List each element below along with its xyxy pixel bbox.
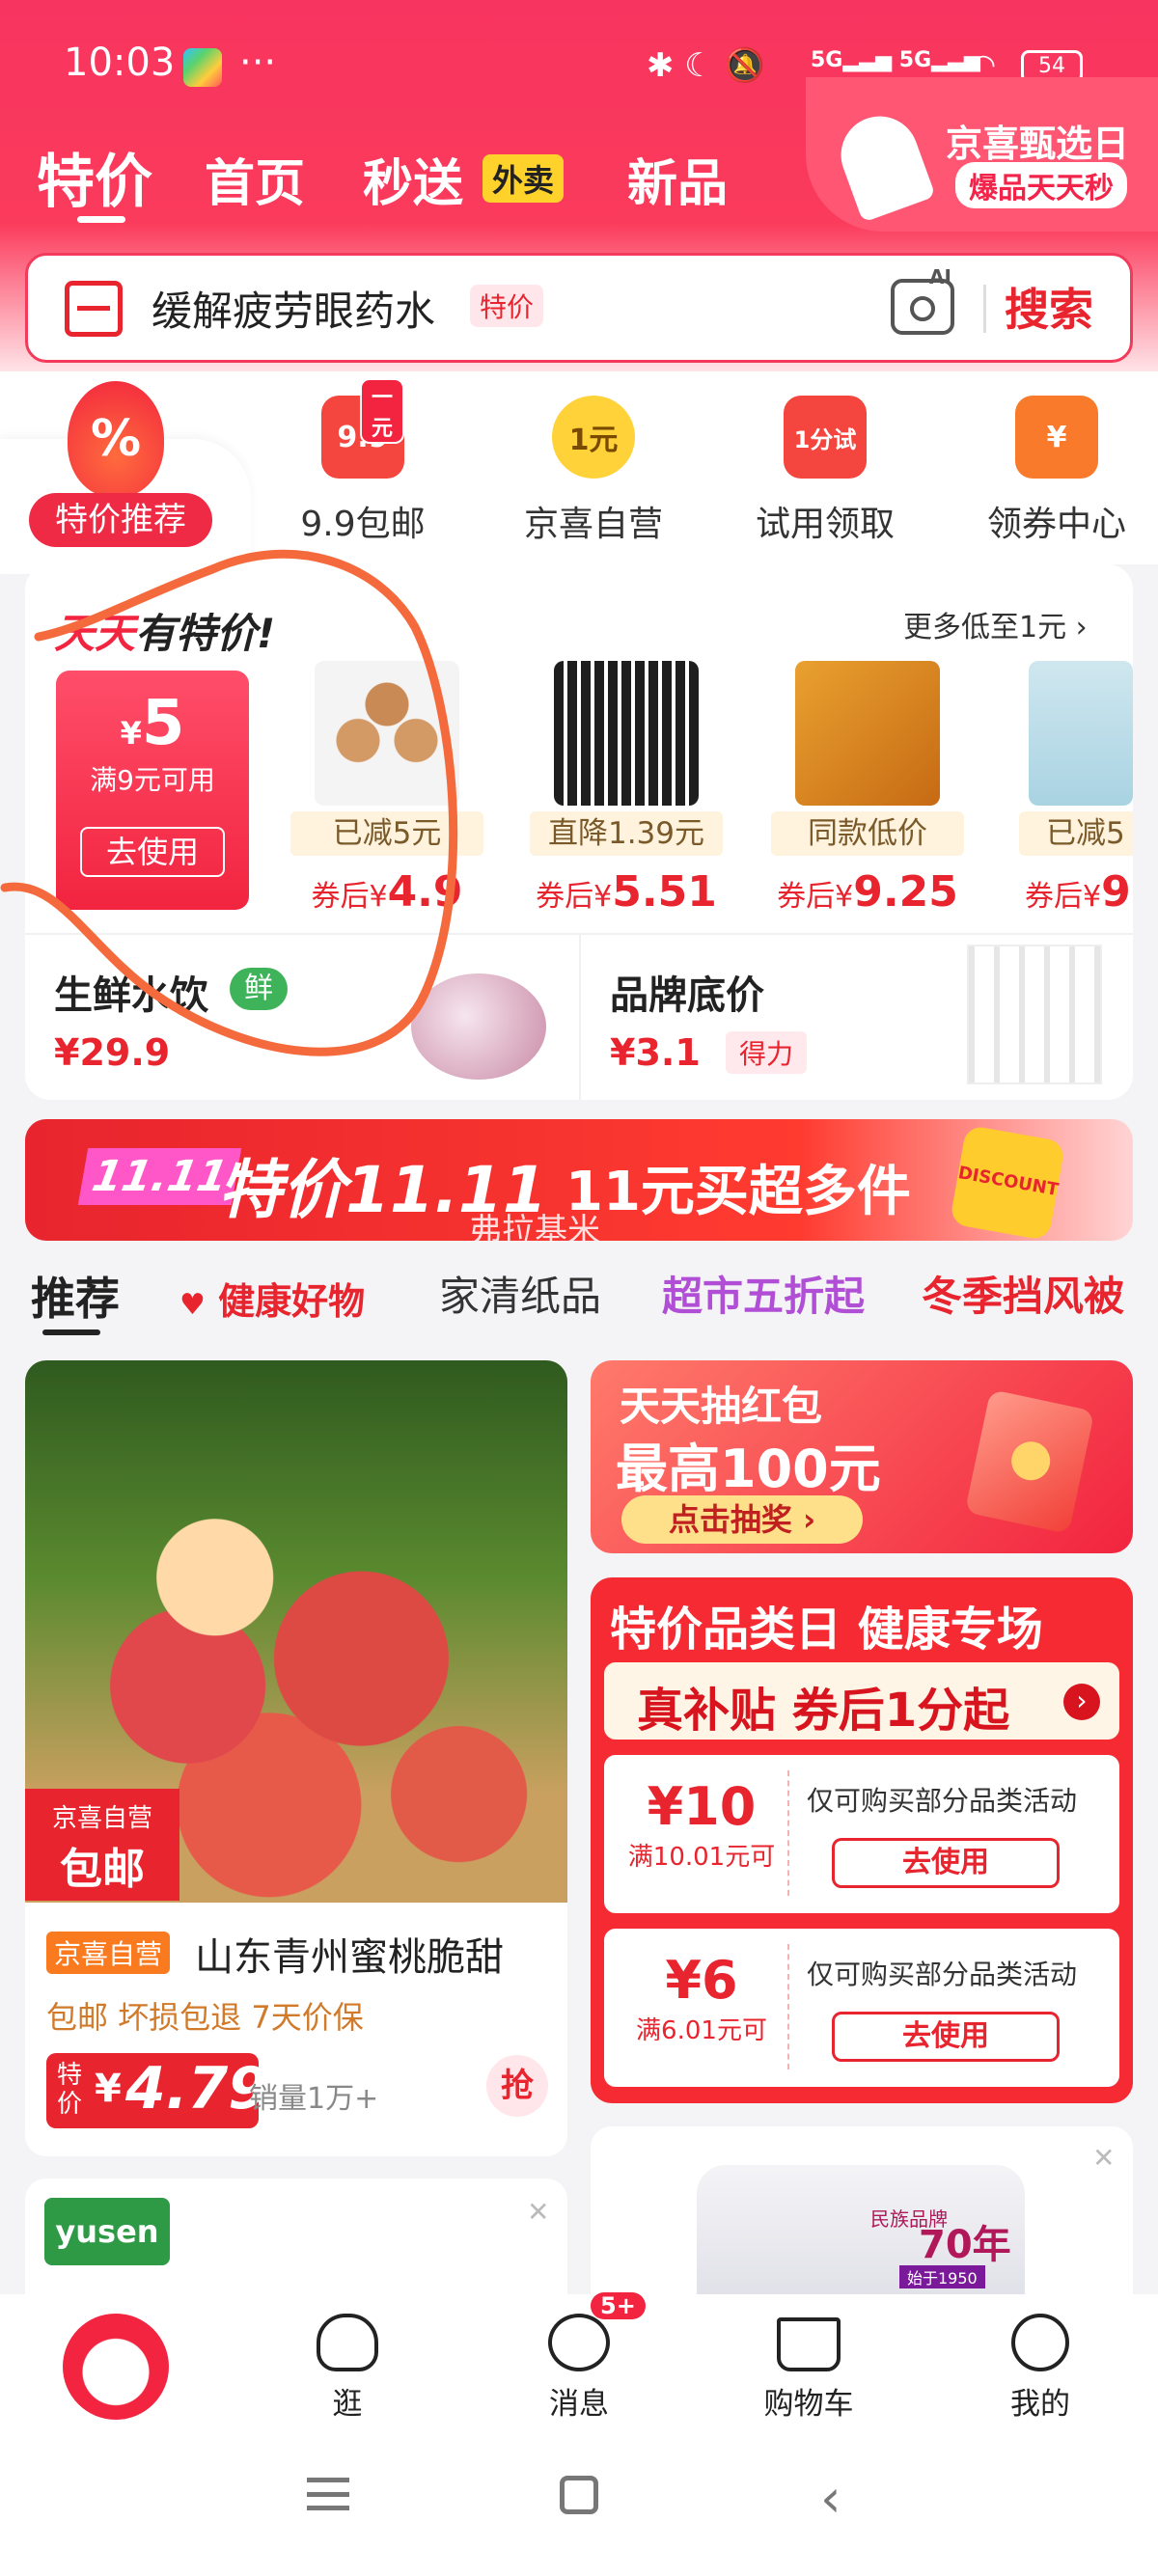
product-card[interactable]: 京喜自营 包邮 京喜自营 山东青州蜜桃脆甜 包邮 坏损包退 7天价保 特价 ¥ … — [25, 1360, 567, 2156]
tab-home[interactable]: 首页 — [205, 143, 305, 215]
status-time: 10:03 — [64, 41, 176, 85]
product-title: 山东青州蜜桃脆甜 — [195, 1935, 504, 1980]
back-system-button[interactable]: ‹ — [820, 2468, 841, 2529]
tab-indicator — [77, 216, 125, 223]
message-icon: 5+ — [548, 2292, 646, 2371]
medicine-box-image — [795, 661, 940, 806]
use-coupon-button[interactable]: 去使用 — [832, 1838, 1060, 1888]
nav-cart[interactable]: 购物车 — [741, 2314, 876, 2423]
pens-pack-image — [967, 945, 1102, 1084]
app-root: 10:03 ··· ✱ ☾ 🔕 5G▂▃▅ 5G▂▃▅ ◠ 54 特价 首页 秒… — [0, 0, 1158, 2576]
ai-camera-icon[interactable]: AI — [891, 265, 954, 335]
percent-fire-icon: % — [68, 381, 164, 497]
arrow-right-icon: › — [1063, 1684, 1100, 1720]
rec-tab-recommend[interactable]: 推荐 — [31, 1264, 120, 1328]
close-icon[interactable]: ✕ — [1092, 2142, 1115, 2174]
category-trial[interactable]: 1分试 试用领取 — [738, 396, 912, 546]
self-run-corner: 京喜自营 包邮 — [25, 1789, 179, 1901]
grab-button[interactable]: 抢 — [486, 2055, 548, 2117]
promo-banner[interactable]: 京喜甄选日 爆品天天秒 — [806, 77, 1158, 232]
status-icons: ✱ ☾ 🔕 — [647, 46, 765, 85]
nav-profile[interactable]: 我的 — [973, 2314, 1108, 2423]
takeout-badge: 外卖 — [482, 154, 565, 203]
search-bar[interactable]: 缓解疲劳眼药水 特价 AI 搜索 — [25, 253, 1133, 363]
rec-tab-indicator — [42, 1329, 100, 1335]
home-system-button[interactable] — [560, 2476, 598, 2514]
app-store-icon — [183, 48, 222, 87]
rec-tab-household[interactable]: 家清纸品 — [439, 1264, 601, 1323]
trial-bag-icon: 1分试 — [784, 396, 867, 479]
lottery-card[interactable]: 天天抽红包 最高100元 点击抽奖 › — [591, 1360, 1133, 1553]
cart-icon — [777, 2317, 841, 2371]
nav-browse[interactable]: 逛 — [280, 2314, 415, 2423]
brand-price-card[interactable]: 品牌底价 ¥3.1 得力 — [579, 933, 1133, 1100]
menu-system-button[interactable] — [307, 2478, 349, 2510]
discount-tag: DISCOUNT — [949, 1124, 1066, 1241]
use-coupon-button[interactable]: 去使用 — [832, 2012, 1060, 2062]
watermark: 弗拉基米 — [469, 1212, 600, 1241]
subsidy-bar[interactable]: 真补贴 券后1分起 › — [604, 1662, 1119, 1740]
deal-product[interactable]: 同款低价 券后¥9.25 — [766, 661, 969, 917]
network-icon: 5G▂▃▅ 5G▂▃▅ — [811, 48, 980, 72]
category-special-recommend[interactable]: % 特价推荐 — [29, 381, 212, 547]
browse-icon — [317, 2314, 378, 2371]
promo-subtitle: 爆品天天秒 — [955, 162, 1127, 208]
nav-messages[interactable]: 5+ 消息 — [511, 2292, 647, 2423]
tissue-image — [1029, 661, 1133, 806]
rec-tab-health[interactable]: ♥ 健康好物 — [179, 1272, 365, 1325]
search-button[interactable]: 搜索 — [1005, 275, 1093, 339]
tab-special[interactable]: 特价 — [37, 135, 152, 219]
hair-dryer-image — [830, 105, 936, 223]
self-run-badge: 京喜自营 — [46, 1932, 171, 1974]
deal-product[interactable]: 已减5 券后¥9 — [1000, 661, 1133, 917]
category-9-9[interactable]: 9.9 一元 9.9包邮 — [276, 378, 450, 546]
scan-icon[interactable] — [65, 281, 123, 337]
promo-title: 京喜甄选日 — [946, 123, 1130, 165]
profile-icon — [1011, 2314, 1069, 2371]
rec-tab-supermarket[interactable]: 超市五折起 — [662, 1264, 865, 1323]
bottom-nav: 逛 5+ 消息 购物车 我的 ‹ — [0, 2292, 1158, 2576]
header: 10:03 ··· ✱ ☾ 🔕 5G▂▃▅ 5G▂▃▅ ◠ 54 特价 首页 秒… — [0, 0, 1158, 371]
search-tag: 特价 — [470, 285, 544, 327]
red-packet-image — [964, 1388, 1095, 1535]
rec-tab-winter[interactable]: 冬季挡风被 — [922, 1264, 1124, 1323]
category-day-card[interactable]: 特价品类日 健康专场 真补贴 券后1分起 › ¥10 满10.01元可 仅可购买… — [591, 1577, 1133, 2103]
tab-new[interactable]: 新品 — [627, 143, 728, 215]
yusen-logo: yusen — [44, 2198, 170, 2265]
coupon-row[interactable]: ¥10 满10.01元可 仅可购买部分品类活动 去使用 — [604, 1755, 1119, 1913]
one-yuan-icon: 1元 — [552, 396, 635, 479]
annotation-circle — [0, 549, 458, 1056]
pens-image — [554, 661, 699, 806]
category-coupon-center[interactable]: ¥ 领券中心 — [970, 396, 1144, 546]
lottery-button[interactable]: 点击抽奖 › — [621, 1495, 863, 1544]
more-deals-link[interactable]: 更多低至1元 › — [903, 603, 1088, 645]
sale-banner[interactable]: 11.11 特价11.11 11元买超多件 DISCOUNT 弗拉基米 — [25, 1119, 1133, 1241]
coupon-icon: ¥ — [1015, 396, 1098, 479]
price-tag: 特价 ¥ 4.79 — [46, 2053, 268, 2128]
product-features: 包邮 坏损包退 7天价保 — [46, 1999, 364, 2036]
more-status-icon: ··· — [239, 41, 277, 85]
nine-nine-icon: 9.9 一元 — [321, 378, 404, 479]
message-badge: 5+ — [591, 2292, 646, 2319]
coupon-row[interactable]: ¥6 满6.01元可 仅可购买部分品类活动 去使用 — [604, 1929, 1119, 2087]
category-jingxi-self[interactable]: 1元 京喜自营 — [507, 396, 680, 546]
close-icon[interactable]: ✕ — [527, 2196, 549, 2228]
deal-product[interactable]: 直降1.39元 券后¥5.51 — [525, 661, 728, 917]
search-input[interactable]: 缓解疲劳眼药水 — [152, 279, 435, 338]
mascot-icon — [63, 2314, 169, 2420]
sales-count: 销量1万+ — [249, 2082, 379, 2116]
nav-home-mascot[interactable] — [48, 2314, 183, 2420]
tab-flash-delivery[interactable]: 秒送 — [363, 143, 463, 215]
category-label: 特价推荐 — [29, 493, 212, 547]
